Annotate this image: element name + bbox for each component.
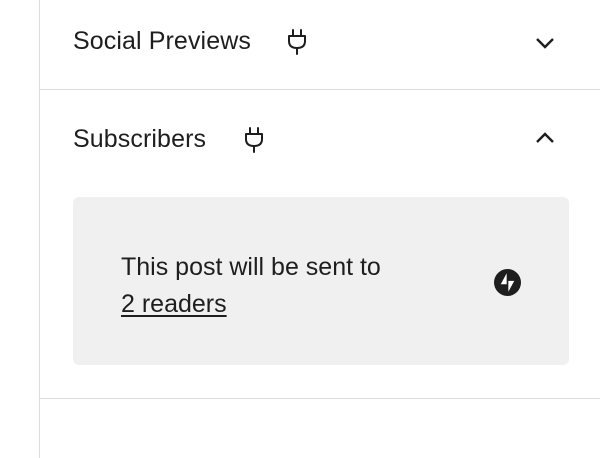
chevron-up-icon[interactable] <box>533 126 557 150</box>
readers-count-link[interactable]: 2 readers <box>121 290 227 318</box>
social-previews-panel-toggle[interactable]: Social Previews <box>40 0 600 90</box>
social-previews-title: Social Previews <box>73 27 251 55</box>
settings-sidebar: Social Previews Subscribers This post wi… <box>39 0 600 458</box>
plug-icon <box>288 29 306 55</box>
subscribers-info-box: This post will be sent to 2 readers <box>73 197 569 365</box>
jetpack-icon <box>494 269 521 296</box>
subscribers-message-text: This post will be sent to <box>121 253 381 281</box>
plug-icon <box>245 127 263 153</box>
panel-divider <box>40 398 600 399</box>
chevron-down-icon[interactable] <box>533 31 557 55</box>
subscribers-panel-toggle[interactable]: Subscribers <box>40 90 600 180</box>
subscribers-title: Subscribers <box>73 125 207 153</box>
subscribers-message: This post will be sent to 2 readers <box>121 249 381 323</box>
